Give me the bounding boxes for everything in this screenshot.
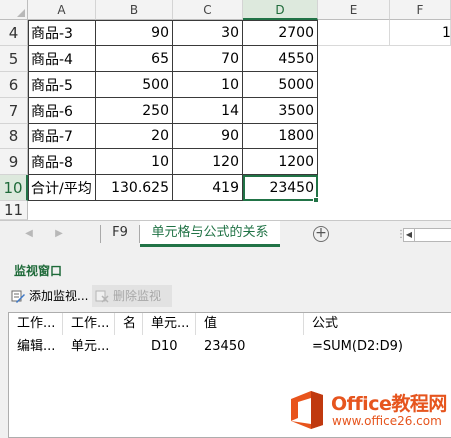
watermark-url-text: www.office26.com (332, 414, 442, 428)
office-logo-icon (291, 391, 323, 429)
cell-c5[interactable]: 70 (173, 46, 243, 72)
cell-a7[interactable]: 商品-6 (28, 98, 96, 124)
watch-row-sheet[interactable]: 单元... (63, 337, 115, 357)
cell-d7[interactable]: 3500 (243, 98, 318, 124)
delete-watch-icon (95, 290, 109, 303)
row-header-11[interactable]: 11 (0, 201, 28, 220)
row-header-6[interactable]: 6 (0, 72, 28, 98)
watch-col-formula[interactable]: 公式 (304, 313, 451, 335)
scroll-tabs-right-icon[interactable]: ▶ (52, 227, 66, 241)
watch-row-formula[interactable]: =SUM(D2:D9) (304, 337, 451, 357)
cell-b9[interactable]: 10 (96, 149, 173, 175)
cell-d8[interactable]: 1800 (243, 124, 318, 149)
fill-handle[interactable] (313, 197, 319, 203)
horizontal-scrollbar[interactable]: ⋮ ◀ (396, 228, 451, 242)
cell-a6[interactable]: 商品-5 (28, 72, 96, 98)
cell-a4[interactable]: 商品-3 (28, 20, 96, 46)
column-header-c[interactable]: C (173, 0, 243, 20)
add-watch-label: 添加监视... (29, 289, 89, 303)
office-watermark: Office教程网 www.office26.com (287, 385, 451, 435)
tab-f9[interactable]: F9 (101, 221, 139, 247)
cell-a9[interactable]: 商品-8 (28, 149, 96, 175)
column-header-e[interactable]: E (318, 0, 390, 20)
cell-d10[interactable]: 23450 (243, 175, 318, 201)
cell-a10[interactable]: 合计/平均 (28, 175, 96, 201)
cell-b10[interactable]: 130.625 (96, 175, 173, 201)
column-header-a[interactable]: A (28, 0, 96, 20)
column-header-f[interactable]: F (390, 0, 451, 20)
scroll-track[interactable] (415, 228, 451, 242)
watch-row-workbook[interactable]: 编辑... (9, 337, 63, 357)
delete-watch-label: 删除监视 (113, 289, 162, 303)
cell-c9[interactable]: 120 (173, 149, 243, 175)
cell-b7[interactable]: 250 (96, 98, 173, 124)
cell-c7[interactable]: 14 (173, 98, 243, 124)
sheet-tab-bar: ◀ ▶ F9 单元格与公式的关系 + ⋮ ◀ (0, 220, 451, 248)
cell-c10[interactable]: 419 (173, 175, 243, 201)
row-header-4[interactable]: 4 (0, 20, 28, 46)
cell-c6[interactable]: 10 (173, 72, 243, 98)
cell-e4[interactable] (318, 20, 390, 46)
watch-col-sheet[interactable]: 工作... (63, 313, 115, 335)
watch-row-value[interactable]: 23450 (196, 337, 304, 357)
watch-row-name[interactable] (115, 337, 143, 357)
row-header-10[interactable]: 10 (0, 175, 28, 201)
add-sheet-icon[interactable]: + (313, 226, 329, 242)
watch-col-value[interactable]: 值 (196, 313, 304, 335)
tab-cell-formula-relation[interactable]: 单元格与公式的关系 (140, 221, 280, 247)
cell-d6[interactable]: 5000 (243, 72, 318, 98)
row-header-9[interactable]: 9 (0, 149, 28, 175)
spreadsheet-grid: A B C D E F 4 商品-3 90 30 2700 10 5 商品-4 … (0, 0, 451, 220)
row-header-8[interactable]: 8 (0, 124, 28, 149)
cell-b6[interactable]: 500 (96, 72, 173, 98)
cell-c4[interactable]: 30 (173, 20, 243, 46)
column-header-b[interactable]: B (96, 0, 173, 20)
watch-row-cell[interactable]: D10 (143, 337, 196, 357)
watch-window-title: 监视窗口 (14, 264, 63, 278)
add-watch-button[interactable]: 添加监视... (8, 285, 88, 307)
cell-a8[interactable]: 商品-7 (28, 124, 96, 149)
scroll-left-arrow-icon[interactable]: ◀ (403, 228, 415, 242)
watch-col-cell[interactable]: 单元... (143, 313, 196, 335)
cell-c8[interactable]: 90 (173, 124, 243, 149)
watermark-brand-text: Office教程网 (331, 393, 447, 415)
cell-d5[interactable]: 4550 (243, 46, 318, 72)
scroll-tabs-left-icon[interactable]: ◀ (22, 227, 36, 241)
cell-d4[interactable]: 2700 (243, 20, 318, 46)
delete-watch-button[interactable]: 删除监视 (92, 285, 172, 307)
row-header-7[interactable]: 7 (0, 98, 28, 124)
column-header-d[interactable]: D (243, 0, 318, 20)
watch-col-name[interactable]: 名 (115, 313, 143, 335)
cell-b5[interactable]: 65 (96, 46, 173, 72)
cell-b4[interactable]: 90 (96, 20, 173, 46)
row-header-5[interactable]: 5 (0, 46, 28, 72)
cell-f4[interactable]: 10 (390, 20, 451, 46)
scroll-split-handle[interactable]: ⋮ (396, 228, 406, 242)
cell-a5[interactable]: 商品-4 (28, 46, 96, 72)
cell-d9[interactable]: 1200 (243, 149, 318, 175)
watch-col-workbook[interactable]: 工作... (9, 313, 63, 335)
add-watch-icon (11, 290, 25, 303)
select-all-corner[interactable] (0, 0, 28, 20)
cell-b8[interactable]: 20 (96, 124, 173, 149)
